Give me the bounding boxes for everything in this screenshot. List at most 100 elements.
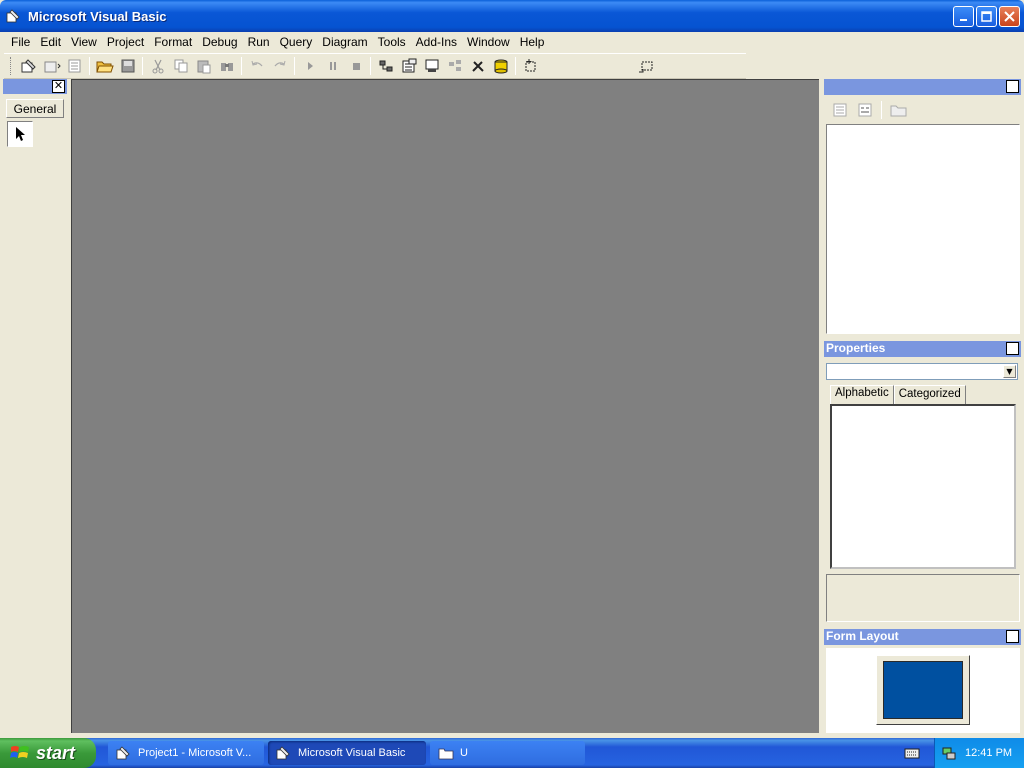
toolbar-gripper[interactable] bbox=[10, 57, 13, 75]
undo-button[interactable] bbox=[245, 55, 268, 77]
toolbox-general-tab[interactable]: General bbox=[6, 99, 64, 118]
tab-alphabetic[interactable]: Alphabetic bbox=[830, 385, 894, 405]
minimize-button[interactable] bbox=[953, 6, 974, 27]
end-button[interactable] bbox=[344, 55, 367, 77]
folder-icon bbox=[438, 748, 454, 760]
project-tree[interactable] bbox=[826, 124, 1020, 334]
component-manager-button[interactable] bbox=[519, 55, 542, 77]
menu-diagram[interactable]: Diagram bbox=[317, 34, 372, 50]
cut-button[interactable] bbox=[146, 55, 169, 77]
form-layout-header[interactable]: Form Layout ✕ bbox=[824, 629, 1021, 645]
menu-view[interactable]: View bbox=[66, 34, 102, 50]
object-browser-button[interactable] bbox=[443, 55, 466, 77]
standard-toolbar bbox=[4, 53, 746, 79]
start-label: start bbox=[36, 742, 76, 763]
undo-icon bbox=[251, 60, 263, 67]
toggle-folders-button[interactable] bbox=[887, 99, 910, 121]
menu-editor-button[interactable] bbox=[63, 55, 86, 77]
copy-button[interactable] bbox=[169, 55, 192, 77]
pointer-tool-button[interactable] bbox=[7, 121, 33, 147]
menu-debug[interactable]: Debug bbox=[197, 34, 242, 50]
project-explorer-close-icon[interactable]: ✕ bbox=[1006, 80, 1019, 93]
taskbar-item-project1[interactable]: Project1 - Microsoft V... bbox=[108, 741, 264, 765]
maximize-button[interactable] bbox=[976, 6, 997, 27]
project-explorer-header[interactable]: ✕ bbox=[824, 79, 1021, 95]
vb-app-icon bbox=[116, 746, 130, 760]
object-combo[interactable]: ▼ bbox=[826, 363, 1018, 380]
view-object-button[interactable] bbox=[853, 99, 876, 121]
menu-window[interactable]: Window bbox=[462, 34, 515, 50]
position-icon bbox=[638, 61, 652, 73]
open-project-button[interactable] bbox=[93, 55, 116, 77]
monitor-screen bbox=[883, 661, 963, 719]
toolbox-button[interactable] bbox=[466, 55, 489, 77]
save-project-button[interactable] bbox=[116, 55, 139, 77]
toolbox-icon bbox=[471, 61, 484, 72]
data-view-button[interactable] bbox=[489, 55, 512, 77]
view-code-icon bbox=[833, 103, 846, 117]
menu-query[interactable]: Query bbox=[275, 34, 318, 50]
find-button[interactable] bbox=[215, 55, 238, 77]
start-button[interactable] bbox=[298, 55, 321, 77]
add-project-button[interactable] bbox=[17, 55, 40, 77]
paste-button[interactable] bbox=[192, 55, 215, 77]
toolbar-separator bbox=[370, 57, 371, 75]
data-view-icon bbox=[494, 59, 507, 74]
menu-run[interactable]: Run bbox=[243, 34, 275, 50]
toolbar-separator bbox=[294, 57, 295, 75]
project-explorer-toolbar bbox=[828, 99, 910, 121]
add-form-button[interactable] bbox=[40, 55, 63, 77]
project-explorer-icon bbox=[379, 60, 392, 72]
save-project-icon bbox=[121, 59, 134, 73]
taskbar-item-label: U bbox=[460, 747, 468, 759]
break-button[interactable] bbox=[321, 55, 344, 77]
taskbar-item-visual-basic[interactable]: Microsoft Visual Basic bbox=[268, 741, 426, 765]
properties-close-icon[interactable]: ✕ bbox=[1006, 342, 1019, 355]
menu-format[interactable]: Format bbox=[149, 34, 197, 50]
toolbox-header[interactable]: ✕ bbox=[3, 79, 67, 94]
taskbar-item-u[interactable]: U bbox=[430, 741, 585, 765]
properties-window-button[interactable] bbox=[397, 55, 420, 77]
properties-header[interactable]: Properties ✕ bbox=[824, 341, 1021, 357]
view-code-button[interactable] bbox=[828, 99, 851, 121]
toolbox-close-icon[interactable]: ✕ bbox=[52, 80, 65, 93]
add-project-icon bbox=[21, 59, 36, 73]
toolbar-separator bbox=[89, 57, 90, 75]
form-layout-area[interactable] bbox=[826, 648, 1020, 733]
component-manager-icon bbox=[525, 59, 535, 72]
object-browser-icon bbox=[448, 60, 461, 71]
close-button[interactable] bbox=[999, 6, 1020, 27]
redo-button[interactable] bbox=[268, 55, 291, 77]
tab-categorized[interactable]: Categorized bbox=[893, 385, 966, 405]
keyboard-icon[interactable] bbox=[904, 745, 920, 761]
close-icon bbox=[1004, 11, 1015, 22]
form-layout-button[interactable] bbox=[420, 55, 443, 77]
properties-grid[interactable] bbox=[830, 404, 1016, 569]
menu-edit[interactable]: Edit bbox=[35, 34, 66, 50]
network-icon[interactable] bbox=[941, 745, 957, 761]
menu-tools[interactable]: Tools bbox=[373, 34, 411, 50]
vb-app-icon bbox=[276, 746, 290, 760]
toolbar-separator bbox=[515, 57, 516, 75]
maximize-icon bbox=[981, 11, 992, 22]
clock[interactable]: 12:41 PM bbox=[965, 747, 1012, 759]
paste-icon bbox=[197, 60, 210, 74]
mdi-workspace[interactable] bbox=[71, 79, 819, 733]
start-menu-button[interactable]: start bbox=[0, 738, 96, 768]
menu-add-ins[interactable]: Add-Ins bbox=[411, 34, 462, 50]
title-bar[interactable]: Microsoft Visual Basic bbox=[0, 0, 1024, 32]
position-indicator bbox=[634, 55, 657, 77]
properties-tabs: Alphabetic Categorized bbox=[830, 385, 966, 405]
form-layout-close-icon[interactable]: ✕ bbox=[1006, 630, 1019, 643]
properties-window-icon bbox=[402, 58, 416, 73]
menu-project[interactable]: Project bbox=[102, 34, 149, 50]
menu-file[interactable]: File bbox=[6, 34, 35, 50]
property-description bbox=[826, 574, 1020, 622]
chevron-down-icon[interactable]: ▼ bbox=[1003, 365, 1016, 378]
project-explorer-button[interactable] bbox=[374, 55, 397, 77]
window-title: Microsoft Visual Basic bbox=[28, 8, 167, 24]
right-dock: ✕ Properties ✕ ▼ Alphabetic Categorized … bbox=[824, 79, 1021, 733]
start-icon bbox=[307, 62, 313, 70]
form-layout-icon bbox=[425, 59, 438, 72]
menu-help[interactable]: Help bbox=[515, 34, 550, 50]
